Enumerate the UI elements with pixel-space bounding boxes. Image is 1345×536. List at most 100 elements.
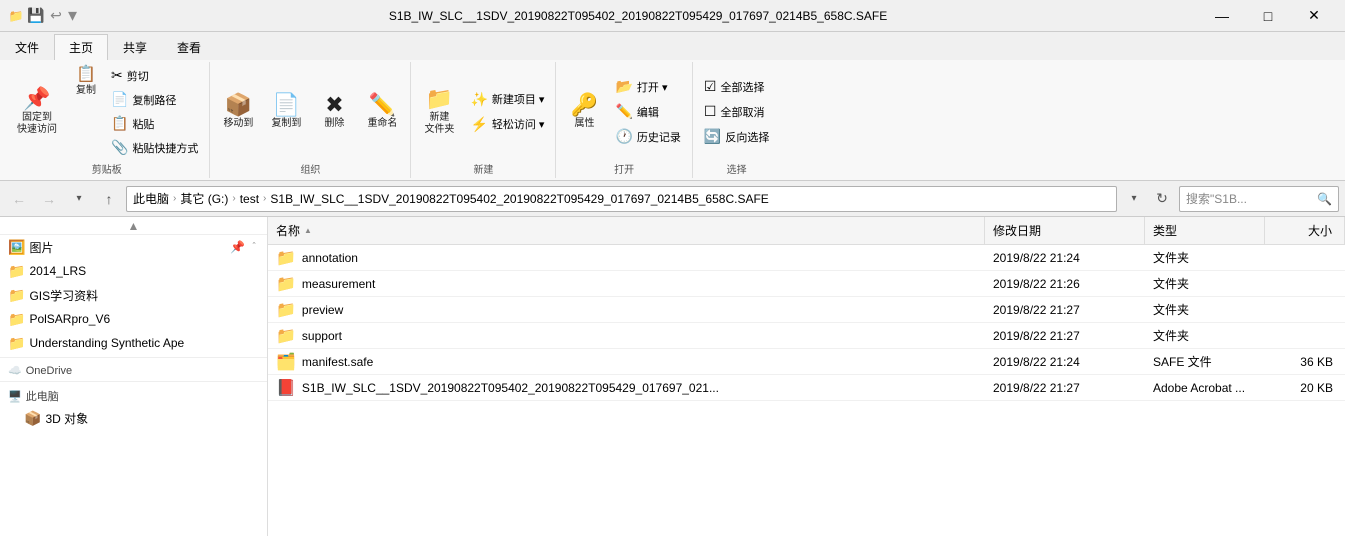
window-title: S1B_IW_SLC__1SDV_20190822T095402_2019082… xyxy=(77,9,1199,23)
copy-to-button[interactable]: 📄 复制到 xyxy=(264,91,308,133)
edit-button[interactable]: ✏️ 编辑 xyxy=(610,100,685,123)
ribbon-group-select: ☑ 全部选择 ☐ 全部取消 🔄 反向选择 选择 xyxy=(693,62,780,178)
copy-icon: 📋 xyxy=(76,67,96,83)
save-icon: 💾 xyxy=(28,8,44,24)
tab-file[interactable]: 文件 xyxy=(0,34,54,60)
close-button[interactable]: ✕ xyxy=(1291,0,1337,32)
pin-icon: 📌 xyxy=(23,88,50,110)
tab-share[interactable]: 共享 xyxy=(108,34,162,60)
file-name-pdf: S1B_IW_SLC__1SDV_20190822T095402_2019082… xyxy=(302,381,719,395)
breadcrumb-safe[interactable]: S1B_IW_SLC__1SDV_20190822T095402_2019082… xyxy=(270,192,768,206)
file-item-preview[interactable]: 📁 preview 2019/8/22 21:27 文件夹 xyxy=(268,297,1345,323)
history-button[interactable]: 🕐 历史记录 xyxy=(610,125,685,148)
breadcrumb-test[interactable]: test xyxy=(240,192,259,206)
cut-button[interactable]: ✂ 剪切 xyxy=(106,64,203,87)
sidebar-label-3d: 3D 对象 xyxy=(45,410,259,427)
edit-icon: ✏️ xyxy=(615,103,632,120)
select-none-button[interactable]: ☐ 全部取消 xyxy=(699,100,774,123)
open-button[interactable]: 📂 打开 ▾ xyxy=(610,75,685,98)
file-item-support[interactable]: 📁 support 2019/8/22 21:27 文件夹 xyxy=(268,323,1345,349)
move-to-button[interactable]: 📦 移动到 xyxy=(216,91,260,133)
file-date-preview: 2019/8/22 21:27 xyxy=(985,303,1145,317)
col-header-date[interactable]: 修改日期 xyxy=(985,217,1145,244)
organize-group-label: 组织 xyxy=(300,159,320,176)
pin-icon[interactable]: 📌 xyxy=(230,240,245,254)
sidebar-item-polsarpro[interactable]: 📁 PolSARpro_V6 xyxy=(0,307,267,331)
ribbon-group-open: 🔑 属性 📂 打开 ▾ ✏️ 编辑 🕐 历史记录 xyxy=(556,62,692,178)
dropdown-path-button[interactable]: ▾ xyxy=(1121,186,1147,212)
sidebar-divider-2 xyxy=(0,381,267,382)
ribbon-group-clipboard: 📌 固定到快速访问 📋 复制 ✂ 剪切 xyxy=(4,62,210,178)
tab-view[interactable]: 查看 xyxy=(162,34,216,60)
file-item-annotation[interactable]: 📁 annotation 2019/8/22 21:24 文件夹 xyxy=(268,245,1345,271)
address-path[interactable]: 此电脑 › 其它 (G:) › test › S1B_IW_SLC__1SDV_… xyxy=(126,186,1117,212)
file-name-measurement: measurement xyxy=(302,277,375,291)
forward-button[interactable]: → xyxy=(36,186,62,212)
breadcrumb-g[interactable]: 其它 (G:) xyxy=(180,190,228,207)
file-date-annotation: 2019/8/22 21:24 xyxy=(985,251,1145,265)
new-folder-button[interactable]: 📁 新建文件夹 xyxy=(417,85,461,139)
file-type-support: 文件夹 xyxy=(1145,327,1265,344)
breadcrumb: 此电脑 › 其它 (G:) › test › S1B_IW_SLC__1SDV_… xyxy=(133,190,769,207)
paste-shortcut-button[interactable]: 📎 粘贴快捷方式 xyxy=(106,136,203,159)
sidebar-item-3d[interactable]: 📦 3D 对象 xyxy=(0,406,267,430)
easy-access-button[interactable]: ⚡ 轻松访问 ▾ xyxy=(465,113,549,136)
sidebar-label-2014lrs: 2014_LRS xyxy=(29,264,259,278)
sidebar-item-2014lrs[interactable]: 📁 2014_LRS xyxy=(0,259,267,283)
col-header-size[interactable]: 大小 xyxy=(1265,217,1345,244)
open-buttons: 🔑 属性 📂 打开 ▾ ✏️ 编辑 🕐 历史记录 xyxy=(562,64,685,159)
paste-button[interactable]: 📋 粘贴 xyxy=(106,112,203,135)
clipboard-large-buttons: 📌 固定到快速访问 📋 复制 ✂ 剪切 xyxy=(10,64,203,159)
rename-button[interactable]: ✏️ 重命名 xyxy=(360,91,404,133)
file-name-support: support xyxy=(302,329,342,343)
sidebar-section-onedrive[interactable]: ☁️ OneDrive xyxy=(0,360,267,379)
address-controls: ▾ ↻ xyxy=(1121,186,1175,212)
title-bar: 📁 💾 ↩ ▾ S1B_IW_SLC__1SDV_20190822T095402… xyxy=(0,0,1345,32)
col-header-name[interactable]: 名称 ▲ xyxy=(268,217,985,244)
ribbon-group-new: 📁 新建文件夹 ✨ 新建项目 ▾ ⚡ 轻松访问 ▾ 新建 xyxy=(411,62,556,178)
file-date-manifest: 2019/8/22 21:24 xyxy=(985,355,1145,369)
tab-home[interactable]: 主页 xyxy=(54,34,108,60)
rename-icon: ✏️ xyxy=(369,94,396,116)
new-item-button[interactable]: ✨ 新建项目 ▾ xyxy=(465,88,549,111)
computer-icon: 🖥️ xyxy=(8,390,22,403)
sidebar-item-understanding[interactable]: 📁 Understanding Synthetic Ape xyxy=(0,331,267,355)
sidebar-label-pictures: 图片 xyxy=(29,239,226,256)
back-button[interactable]: ← xyxy=(6,186,32,212)
up-button[interactable]: ↑ xyxy=(96,186,122,212)
select-group-label: 选择 xyxy=(727,159,747,176)
sidebar-item-gis[interactable]: 📁 GIS学习资料 xyxy=(0,283,267,307)
search-box[interactable]: 搜索"S1B... 🔍 xyxy=(1179,186,1339,212)
sidebar-label-polsarpro: PolSARpro_V6 xyxy=(29,312,259,326)
thispc-label: 此电脑 xyxy=(26,388,59,404)
refresh-button[interactable]: ↻ xyxy=(1149,186,1175,212)
copy-path-button[interactable]: 📄 复制路径 xyxy=(106,88,203,111)
select-all-icon: ☑ xyxy=(704,78,717,95)
col-header-type[interactable]: 类型 xyxy=(1145,217,1265,244)
scroll-up-indicator[interactable]: ▲ xyxy=(0,217,267,235)
pictures-icon: 🖼️ xyxy=(8,239,25,256)
file-name-manifest: manifest.safe xyxy=(302,355,373,369)
file-size-manifest: 36 KB xyxy=(1265,355,1345,369)
sidebar-item-pictures[interactable]: 🖼️ 图片 📌 ＾ xyxy=(0,235,267,259)
pin-to-quick-access-button[interactable]: 📌 固定到快速访问 xyxy=(10,85,64,139)
file-item-pdf[interactable]: 📕 S1B_IW_SLC__1SDV_20190822T095402_20190… xyxy=(268,375,1345,401)
delete-button[interactable]: ✖ 删除 xyxy=(312,91,356,133)
file-item-measurement[interactable]: 📁 measurement 2019/8/22 21:26 文件夹 xyxy=(268,271,1345,297)
file-date-measurement: 2019/8/22 21:26 xyxy=(985,277,1145,291)
invert-icon: 🔄 xyxy=(704,128,721,145)
minimize-button[interactable]: — xyxy=(1199,0,1245,32)
select-all-button[interactable]: ☑ 全部选择 xyxy=(699,75,774,98)
folder-icon-polsar: 📁 xyxy=(8,311,25,328)
properties-button[interactable]: 🔑 属性 xyxy=(562,91,606,133)
file-item-manifest[interactable]: 🗂️ manifest.safe 2019/8/22 21:24 SAFE 文件… xyxy=(268,349,1345,375)
copy-button[interactable]: 📋 复制 xyxy=(68,64,104,159)
folder-icon: 📁 xyxy=(8,263,25,280)
maximize-button[interactable]: □ xyxy=(1245,0,1291,32)
dropdown-arrow[interactable]: ▾ xyxy=(68,5,77,26)
recent-locations-button[interactable]: ▾ xyxy=(66,186,92,212)
sidebar-section-thispc[interactable]: 🖥️ 此电脑 xyxy=(0,384,267,406)
breadcrumb-pc[interactable]: 此电脑 xyxy=(133,190,169,207)
invert-selection-button[interactable]: 🔄 反向选择 xyxy=(699,125,774,148)
onedrive-label: OneDrive xyxy=(26,365,72,377)
